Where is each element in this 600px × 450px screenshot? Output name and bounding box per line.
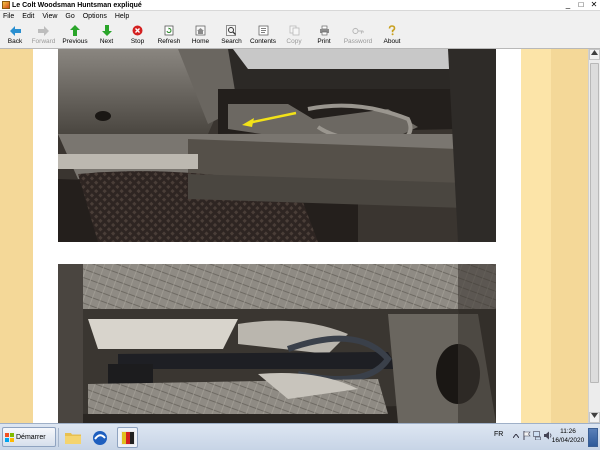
document-view[interactable] bbox=[0, 49, 588, 423]
clock-time: 11:26 bbox=[560, 428, 576, 435]
mechanism-closeup-photo bbox=[58, 264, 496, 423]
scroll-up-button[interactable] bbox=[589, 49, 600, 60]
forward-button[interactable]: Forward bbox=[28, 22, 59, 49]
key-icon bbox=[352, 25, 364, 36]
language-indicator[interactable]: FR bbox=[494, 431, 503, 438]
vertical-scrollbar[interactable] bbox=[588, 49, 600, 423]
up-arrow-icon bbox=[69, 25, 81, 36]
taskbar-separator bbox=[58, 428, 59, 447]
down-arrow-icon bbox=[101, 25, 113, 36]
window-controls: _ □ ✕ bbox=[564, 0, 598, 11]
page-column bbox=[33, 49, 521, 423]
system-clock[interactable]: 11:26 16/04/2020 bbox=[550, 427, 586, 445]
copy-icon bbox=[288, 25, 300, 36]
print-label: Print bbox=[317, 38, 331, 45]
scroll-down-button[interactable] bbox=[589, 412, 600, 423]
copy-label: Copy bbox=[286, 38, 302, 45]
start-label: Démarrer bbox=[16, 433, 46, 441]
stop-label: Stop bbox=[130, 38, 145, 45]
maximize-button[interactable]: □ bbox=[577, 0, 585, 11]
contents-button[interactable]: Contents bbox=[247, 22, 279, 49]
refresh-icon bbox=[163, 25, 175, 36]
home-label: Home bbox=[191, 38, 210, 45]
stop-button[interactable]: Stop bbox=[122, 22, 153, 49]
file-explorer-icon[interactable] bbox=[62, 427, 83, 448]
password-button[interactable]: Password bbox=[339, 22, 377, 49]
search-icon bbox=[226, 25, 238, 36]
window-title: Le Colt Woodsman Huntsman expliqué bbox=[12, 2, 142, 9]
toolbar: Back Forward Previous Next Stop Refresh bbox=[0, 22, 600, 49]
copy-button[interactable]: Copy bbox=[279, 22, 309, 49]
back-label: Back bbox=[7, 38, 23, 45]
chevron-up-icon[interactable] bbox=[511, 430, 520, 441]
refresh-button[interactable]: Refresh bbox=[153, 22, 185, 49]
menu-edit[interactable]: Edit bbox=[22, 11, 34, 22]
pistol-frame-photo bbox=[58, 49, 496, 242]
next-label: Next bbox=[99, 38, 114, 45]
stop-icon bbox=[132, 25, 144, 36]
chevron-up-icon bbox=[591, 50, 598, 55]
contents-icon bbox=[257, 25, 269, 36]
search-button[interactable]: Search bbox=[216, 22, 247, 49]
print-button[interactable]: Print bbox=[309, 22, 339, 49]
system-tray bbox=[511, 430, 553, 441]
home-icon bbox=[195, 25, 207, 36]
forward-label: Forward bbox=[31, 38, 56, 45]
help-viewer-task[interactable] bbox=[117, 427, 138, 448]
home-button[interactable]: Home bbox=[185, 22, 216, 49]
contents-label: Contents bbox=[249, 38, 277, 45]
page-side-stripe bbox=[521, 49, 551, 423]
menu-file[interactable]: File bbox=[3, 11, 14, 22]
question-icon bbox=[386, 25, 398, 36]
about-label: About bbox=[383, 38, 401, 45]
flag-icon[interactable] bbox=[522, 430, 531, 441]
about-button[interactable]: About bbox=[377, 22, 407, 49]
print-icon bbox=[318, 25, 330, 36]
menu-help[interactable]: Help bbox=[115, 11, 129, 22]
chevron-down-icon bbox=[591, 413, 598, 418]
clock-date: 16/04/2020 bbox=[551, 437, 585, 444]
taskbar: Démarrer FR 11:26 16/04/2020 bbox=[0, 423, 600, 450]
previous-label: Previous bbox=[62, 38, 88, 45]
menu-go[interactable]: Go bbox=[65, 11, 74, 22]
next-button[interactable]: Next bbox=[91, 22, 122, 49]
back-button[interactable]: Back bbox=[2, 22, 28, 49]
previous-button[interactable]: Previous bbox=[59, 22, 91, 49]
refresh-label: Refresh bbox=[157, 38, 181, 45]
network-icon[interactable] bbox=[533, 430, 542, 441]
menu-bar: File Edit View Go Options Help bbox=[0, 11, 600, 22]
menu-view[interactable]: View bbox=[42, 11, 57, 22]
close-button[interactable]: ✕ bbox=[590, 0, 598, 11]
start-button[interactable]: Démarrer bbox=[2, 427, 56, 447]
search-label: Search bbox=[221, 38, 242, 45]
scroll-thumb[interactable] bbox=[590, 63, 599, 383]
left-arrow-icon bbox=[9, 25, 21, 36]
password-label: Password bbox=[343, 38, 373, 45]
browser-icon[interactable] bbox=[89, 427, 110, 448]
minimize-button[interactable]: _ bbox=[564, 0, 572, 11]
title-bar: Le Colt Woodsman Huntsman expliqué _ □ ✕ bbox=[0, 0, 600, 11]
app-icon bbox=[2, 1, 10, 9]
right-arrow-icon bbox=[38, 25, 50, 36]
menu-options[interactable]: Options bbox=[83, 11, 107, 22]
show-desktop-button[interactable] bbox=[588, 428, 598, 447]
windows-logo-icon bbox=[5, 432, 14, 442]
